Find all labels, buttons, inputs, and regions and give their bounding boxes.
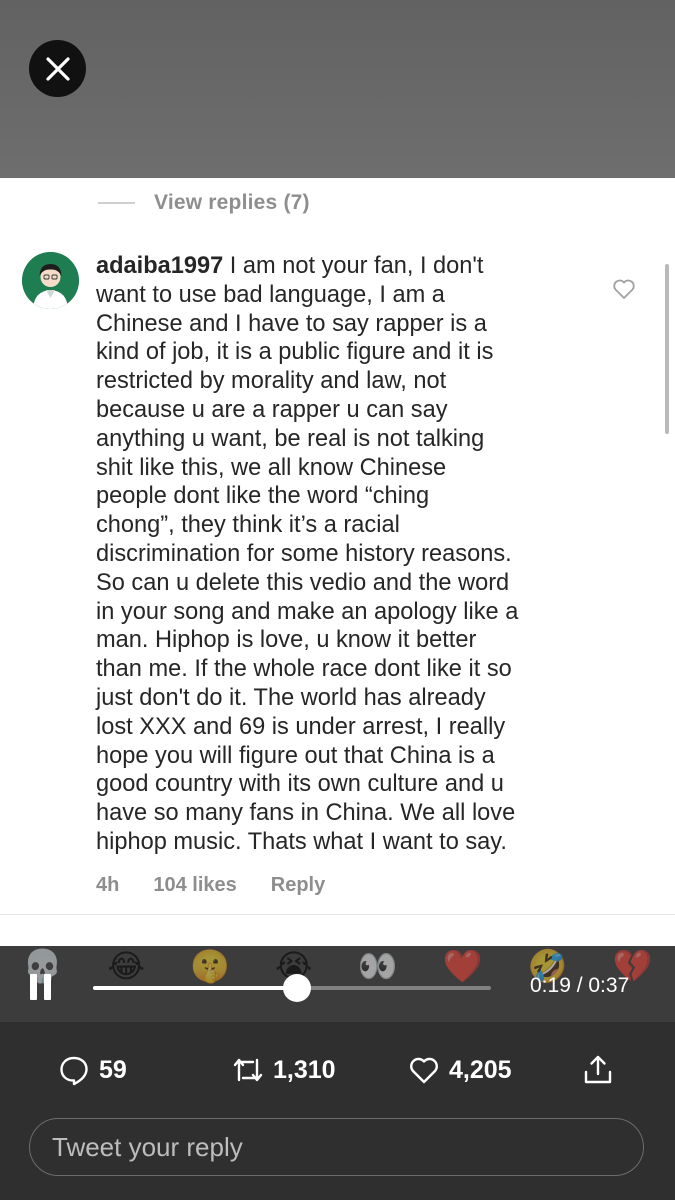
comment-line: just don't do it. The world has already (96, 684, 486, 711)
reaction-emoji: ❤️ (442, 947, 483, 985)
view-replies-label: View replies (7) (154, 191, 310, 214)
reply-input-placeholder: Tweet your reply (52, 1131, 243, 1162)
video-top-area (0, 0, 675, 178)
comment-like-heart-icon (613, 279, 635, 299)
reply-icon (60, 1056, 88, 1086)
reaction-emoji: 😂 (107, 947, 145, 985)
comment-line: anything u want, be real is not talking (96, 425, 485, 452)
reaction-emoji: 🤫 (190, 947, 230, 985)
comment-line: chong”, they think it’s a racial (96, 512, 400, 539)
comment-body: adaiba1997 I am not your fan, I don't wa… (96, 252, 566, 857)
video-progress-fill (93, 986, 298, 990)
like-count: 4,205 (449, 1055, 512, 1084)
comment-time: 4h (96, 874, 120, 896)
reply-button[interactable]: 59 (58, 1052, 127, 1088)
comment-line: man. Hiphop is love, u know it better (96, 627, 477, 654)
comment-line: discrimination for some history reasons. (96, 540, 512, 567)
comment-line: I am not your fan, I don't (223, 253, 484, 279)
pause-icon-bar (44, 974, 51, 1000)
close-button[interactable] (29, 40, 86, 97)
divider (0, 914, 675, 915)
scrollbar-thumb (665, 264, 669, 434)
comment-line: people dont like the word “ching (96, 483, 430, 510)
comment-line: lost XXX and 69 is under arrest, I reall… (96, 713, 506, 740)
comment-line: restricted by morality and law, not (96, 368, 447, 395)
pause-button[interactable] (30, 974, 58, 1000)
comment-line: shit like this, we all know Chinese (96, 454, 447, 481)
tweet-reply-input[interactable]: Tweet your reply (29, 1118, 644, 1176)
comment-line: hope you will figure out that China is a (96, 742, 495, 769)
video-controls: 💀 😂 🤫 😭 👀 ❤️ 🤣 💔 0:19 / 0:37 (0, 946, 675, 1022)
comment-reply-link: Reply (270, 874, 326, 896)
comment-line: have so many fans in China. We all love (96, 800, 516, 827)
pause-icon (30, 974, 37, 1000)
retweet-icon (233, 1058, 263, 1082)
reaction-emoji: 👀 (357, 947, 398, 985)
instagram-comment-screenshot: View replies (7) adaiba1997 I am not you… (0, 178, 675, 946)
avatar (22, 252, 79, 309)
comment-meta: 4h 104 likes Reply (96, 874, 359, 897)
comment-line: than me. If the whole race dont like it … (96, 656, 512, 683)
share-button[interactable] (582, 1052, 623, 1088)
comment-line: So can u delete this vedio and the word (96, 569, 510, 596)
like-button[interactable]: 4,205 (408, 1052, 512, 1088)
replies-divider (98, 202, 135, 204)
tweet-action-bar: 59 1,310 4,205 Tweet your reply (0, 1022, 675, 1200)
comment-line: because u are a rapper u can say (96, 396, 448, 423)
view-replies-link: View replies (7) (98, 188, 310, 218)
video-progress-track[interactable] (93, 974, 491, 1002)
comment-line: hiphop music. Thats what I want to say. (96, 828, 507, 855)
retweet-count: 1,310 (273, 1055, 336, 1084)
share-icon (584, 1055, 612, 1084)
comment-line: want to use bad language, I am a (96, 281, 445, 308)
retweet-button[interactable]: 1,310 (232, 1052, 336, 1088)
comment-line: good country with its own culture and u (96, 771, 504, 798)
video-time: 0:19 / 0:37 (530, 974, 630, 997)
comment-line: Chinese and I have to say rapper is a (96, 310, 487, 337)
comment-line: kind of job, it is a public figure and i… (96, 339, 494, 366)
comment-likes: 104 likes (153, 874, 237, 896)
video-progress-handle[interactable] (283, 974, 312, 1002)
heart-icon (410, 1057, 438, 1084)
close-icon (45, 56, 70, 81)
reply-count: 59 (99, 1055, 127, 1084)
comment-line: in your song and make an apology like a (96, 598, 519, 625)
comment-username[interactable]: adaiba1997 (96, 253, 223, 279)
